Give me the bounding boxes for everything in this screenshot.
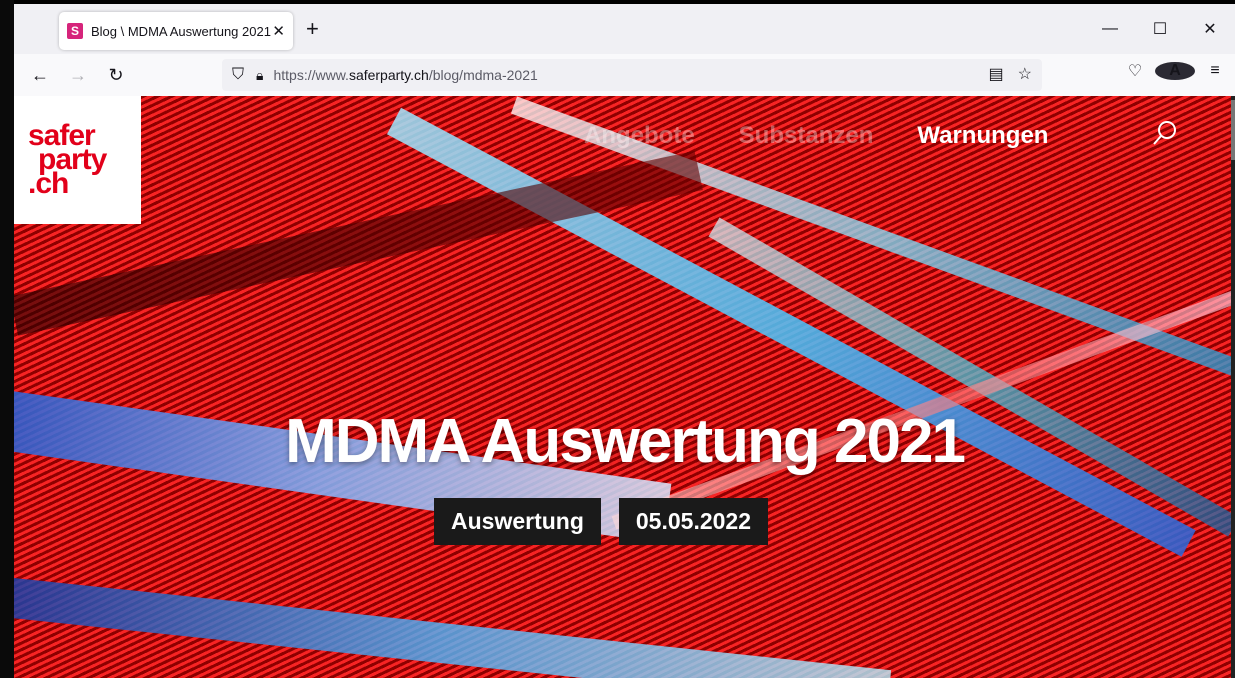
site-logo[interactable]: safer party .ch: [14, 96, 141, 224]
nav-item-angebote[interactable]: Angebote: [584, 122, 695, 150]
new-tab-button[interactable]: +: [306, 18, 319, 40]
menu-icon[interactable]: ≡: [1195, 62, 1235, 80]
url-text[interactable]: https://www.saferparty.ch/blog/mdma-2021: [273, 67, 537, 83]
scrollbar[interactable]: [1231, 96, 1235, 678]
reload-icon[interactable]: ↻: [102, 61, 130, 89]
post-meta: Auswertung 05.05.2022: [434, 498, 769, 545]
site-favicon-icon: S: [67, 23, 83, 39]
tracking-shield-icon[interactable]: ⛉: [232, 66, 244, 84]
navigation-toolbar: ← → ↻ ⛉ 🔒︎ https://www.saferparty.ch/blo…: [14, 54, 1235, 96]
window-controls: — ☐ ✕: [1085, 4, 1235, 54]
date-tag: 05.05.2022: [618, 498, 769, 545]
desktop-edge: [0, 0, 14, 678]
site-navigation: Angebote Substanzen Warnungen: [584, 122, 1048, 150]
page-content: safer party .ch Angebote Substanzen Warn…: [14, 96, 1235, 678]
category-tag[interactable]: Auswertung: [434, 498, 601, 545]
forward-icon[interactable]: →: [64, 61, 92, 89]
address-bar[interactable]: ⛉ 🔒︎ https://www.saferparty.ch/blog/mdma…: [222, 59, 1042, 91]
tab-close-icon[interactable]: ✕: [272, 22, 285, 40]
page-title: MDMA Auswertung 2021: [285, 407, 966, 476]
search-icon[interactable]: [1152, 120, 1178, 146]
back-icon[interactable]: ←: [26, 61, 54, 89]
maximize-icon[interactable]: ☐: [1135, 19, 1185, 39]
browser-window: S Blog \ MDMA Auswertung 2021 ✕ + — ☐ ✕ …: [14, 4, 1235, 678]
tab-strip: S Blog \ MDMA Auswertung 2021 ✕ + — ☐ ✕: [14, 4, 1235, 54]
bookmark-star-icon[interactable]: ☆: [1018, 64, 1032, 84]
account-avatar[interactable]: A: [1155, 62, 1195, 80]
tab-title: Blog \ MDMA Auswertung 2021: [91, 23, 271, 39]
scrollbar-thumb[interactable]: [1231, 100, 1235, 160]
minimize-icon[interactable]: —: [1085, 20, 1135, 38]
lock-icon[interactable]: 🔒︎: [256, 67, 263, 84]
nav-item-warnungen[interactable]: Warnungen: [917, 122, 1048, 150]
close-window-icon[interactable]: ✕: [1185, 19, 1235, 39]
nav-item-substanzen[interactable]: Substanzen: [739, 122, 874, 150]
browser-tab[interactable]: S Blog \ MDMA Auswertung 2021 ✕: [59, 12, 293, 50]
pocket-icon[interactable]: ♡: [1115, 61, 1155, 81]
reader-view-icon[interactable]: ▤: [989, 64, 1004, 84]
